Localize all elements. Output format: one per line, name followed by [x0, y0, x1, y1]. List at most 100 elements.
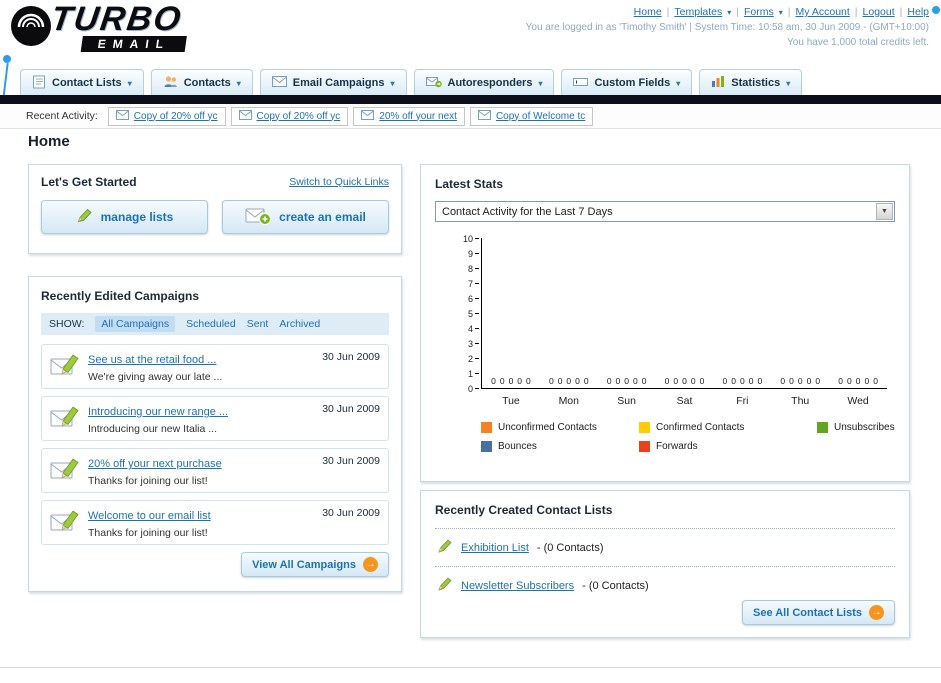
campaign-text: Welcome to our email list Thanks for joi…	[88, 506, 314, 539]
chart-day-group: 0 0 0 0 0 Mon	[540, 238, 598, 407]
see-all-contact-lists-button[interactable]: See All Contact Lists →	[741, 600, 895, 625]
turbo-email-logo[interactable]: TURBO EMAIL	[8, 0, 191, 54]
legend-label: Bounces	[498, 441, 537, 452]
chart-zero-values: 00000	[606, 376, 647, 386]
recent-activity-link[interactable]: Copy of 20% off yc	[257, 111, 341, 122]
login-info: You are logged in as 'Timothy Smith' | S…	[525, 22, 929, 33]
envelope-pencil-icon	[50, 508, 80, 539]
main-nav-tabs: Contact Lists ▾ Contacts ▾ Email Campaig…	[20, 69, 803, 96]
recent-activity-item[interactable]: Copy of Welcome tc	[469, 106, 594, 126]
contact-lists-panel: Recently Created Contact Lists Exhibitio…	[420, 490, 910, 638]
tab-email-campaigns[interactable]: Email Campaigns ▾	[259, 69, 407, 96]
stats-period-dropdown[interactable]: Contact Activity for the Last 7 Days ▼	[435, 201, 895, 222]
campaign-date: 30 Jun 2009	[322, 507, 380, 519]
envelope-icon	[361, 109, 375, 123]
campaign-date: 30 Jun 2009	[322, 351, 380, 363]
contacts-icon	[163, 75, 178, 92]
arrow-right-icon: →	[363, 557, 378, 572]
chevron-down-icon: ▾	[778, 8, 783, 17]
campaign-row[interactable]: 20% off your next purchase Thanks for jo…	[41, 448, 389, 493]
campaign-date: 30 Jun 2009	[322, 403, 380, 415]
page: TURBO EMAIL Home | Templates ▾ | Forms ▾ | My…	[0, 0, 941, 683]
credits-info: You have 1,000 total credits left.	[787, 37, 929, 48]
pencil-icon	[76, 207, 93, 227]
campaign-row[interactable]: Welcome to our email list Thanks for joi…	[41, 500, 389, 545]
filter-sent[interactable]: Sent	[247, 318, 269, 330]
custom-fields-icon	[573, 76, 589, 91]
campaign-title-link[interactable]: Welcome to our email list	[88, 510, 211, 522]
tab-custom-fields[interactable]: Custom Fields ▾	[561, 69, 693, 96]
y-axis-tick: 7	[451, 279, 479, 289]
get-started-title: Let's Get Started	[41, 175, 137, 189]
separator: |	[666, 6, 670, 18]
nav-link-my-account[interactable]: My Account	[796, 5, 850, 20]
see-all-contact-lists-label: See All Contact Lists	[752, 606, 862, 619]
campaign-row[interactable]: See us at the retail food ... We're givi…	[41, 344, 389, 389]
contact-lists-icon	[32, 75, 46, 92]
tab-contact-lists[interactable]: Contact Lists ▾	[20, 69, 144, 96]
filter-all-campaigns[interactable]: All Campaigns	[95, 316, 176, 332]
campaign-subtitle: Thanks for joining our list!	[88, 475, 208, 487]
recent-activity-item[interactable]: Copy of 20% off yc	[107, 106, 226, 126]
recent-activity-link[interactable]: Copy of 20% off yc	[134, 111, 218, 122]
legend-item: Unconfirmed Contacts	[481, 422, 639, 433]
contact-list-link[interactable]: Exhibition List	[461, 542, 529, 554]
chart-zero-values: 00000	[491, 376, 531, 386]
tab-label: Contacts	[183, 77, 231, 89]
nav-link-templates[interactable]: Templates	[674, 5, 722, 20]
show-label: SHOW:	[49, 318, 85, 330]
header-nav: Home | Templates ▾ | Forms ▾ | My Account | Lo…	[526, 5, 929, 20]
nav-link-help[interactable]: Help	[907, 5, 929, 20]
manage-lists-button[interactable]: manage lists	[41, 200, 208, 234]
nav-link-forms[interactable]: Forms	[744, 5, 774, 20]
contact-list-item[interactable]: Exhibition List - (0 Contacts)	[435, 529, 895, 567]
page-title: Home	[28, 133, 70, 150]
legend-label: Forwards	[656, 441, 698, 452]
filter-archived[interactable]: Archived	[279, 318, 320, 330]
logo-text: TURBO EMAIL	[46, 0, 191, 53]
legend-item: Unsubscribes	[817, 422, 895, 433]
recent-activity-label: Recent Activity:	[26, 110, 98, 122]
create-email-button[interactable]: create an email	[222, 200, 389, 234]
pencil-icon	[437, 576, 453, 595]
x-axis-day-label: Sat	[676, 395, 693, 407]
tab-statistics[interactable]: Statistics ▾	[699, 69, 803, 96]
latest-stats-title: Latest Stats	[435, 177, 504, 191]
campaign-title-link[interactable]: See us at the retail food ...	[88, 354, 216, 366]
switch-quick-links[interactable]: Switch to Quick Links	[289, 176, 389, 188]
campaign-subtitle: Introducing our new Italia ...	[88, 423, 217, 435]
contact-list-link[interactable]: Newsletter Subscribers	[461, 580, 574, 592]
get-started-panel: Let's Get Started Switch to Quick Links …	[28, 164, 402, 254]
envelope-pencil-icon	[50, 404, 80, 435]
campaign-title-link[interactable]: 20% off your next purchase	[88, 458, 222, 470]
campaign-text: Introducing our new range ... Introducin…	[88, 402, 314, 435]
legend-label: Confirmed Contacts	[656, 422, 745, 433]
pencil-icon	[437, 538, 453, 557]
recent-activity-item[interactable]: Copy of 20% off yc	[230, 106, 349, 126]
recent-activity-link[interactable]: 20% off your next	[379, 111, 457, 122]
chart-day-group: 0 0 0 0 0 Thu	[771, 238, 829, 407]
nav-link-logout[interactable]: Logout	[863, 5, 895, 20]
envelope-icon	[238, 109, 252, 123]
legend-swatch	[639, 441, 650, 452]
decor-edge-dot	[932, 6, 940, 14]
nav-link-home[interactable]: Home	[634, 5, 662, 20]
chevron-down-icon: ▾	[127, 78, 132, 88]
recent-activity-link[interactable]: Copy of Welcome tc	[496, 111, 585, 122]
chevron-down-icon: ▾	[786, 78, 791, 88]
legend-item: Confirmed Contacts	[639, 422, 817, 433]
campaign-row[interactable]: Introducing our new range ... Introducin…	[41, 396, 389, 441]
chart-zero-values: 00000	[722, 376, 763, 386]
tab-autoresponders[interactable]: Autoresponders ▾	[413, 69, 555, 96]
recent-activity-bar: Recent Activity: Copy of 20% off yc Copy…	[0, 104, 941, 129]
recent-activity-item[interactable]: 20% off your next	[353, 106, 465, 126]
logo-word-turbo: TURBO	[48, 0, 185, 38]
envelope-icon	[271, 76, 287, 90]
filter-scheduled[interactable]: Scheduled	[186, 318, 236, 330]
arrow-right-icon: →	[869, 605, 884, 620]
view-all-campaigns-button[interactable]: View All Campaigns →	[241, 552, 389, 577]
campaign-title-link[interactable]: Introducing our new range ...	[88, 406, 228, 418]
legend-label: Unconfirmed Contacts	[498, 422, 597, 433]
tab-contacts[interactable]: Contacts ▾	[150, 69, 253, 96]
contact-list-item[interactable]: Newsletter Subscribers - (0 Contacts)	[435, 567, 895, 604]
